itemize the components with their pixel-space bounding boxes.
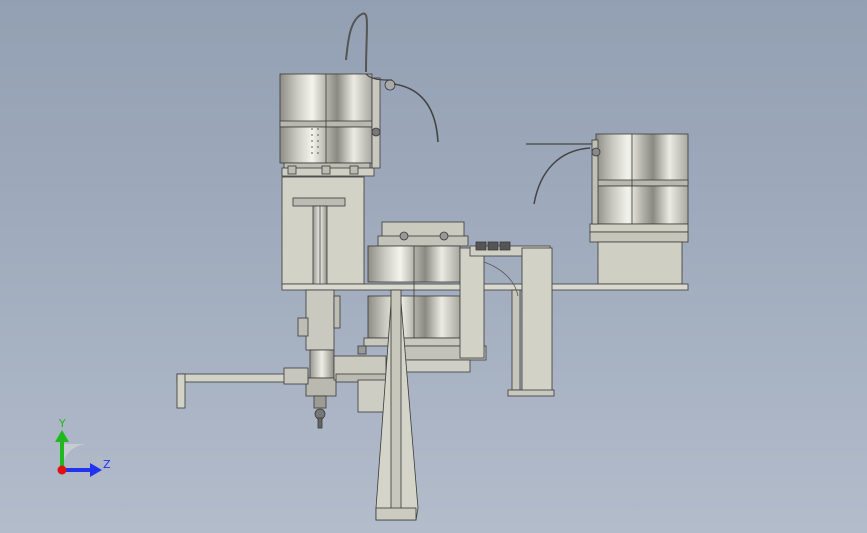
horizontal-arm — [176, 367, 309, 409]
left-cabinet — [281, 176, 365, 287]
z-axis-label: Z — [103, 458, 111, 471]
side-bracket — [357, 379, 387, 413]
main-plate — [281, 283, 689, 291]
center-feeder-bowl — [363, 221, 487, 373]
assembly-drawing: Y Z — [55, 12, 689, 521]
y-axis-label: Y — [58, 417, 66, 430]
cad-viewport[interactable]: Y Z — [0, 0, 867, 533]
left-feeder-bowl — [279, 12, 439, 177]
coordinate-triad: Y Z — [55, 417, 111, 477]
